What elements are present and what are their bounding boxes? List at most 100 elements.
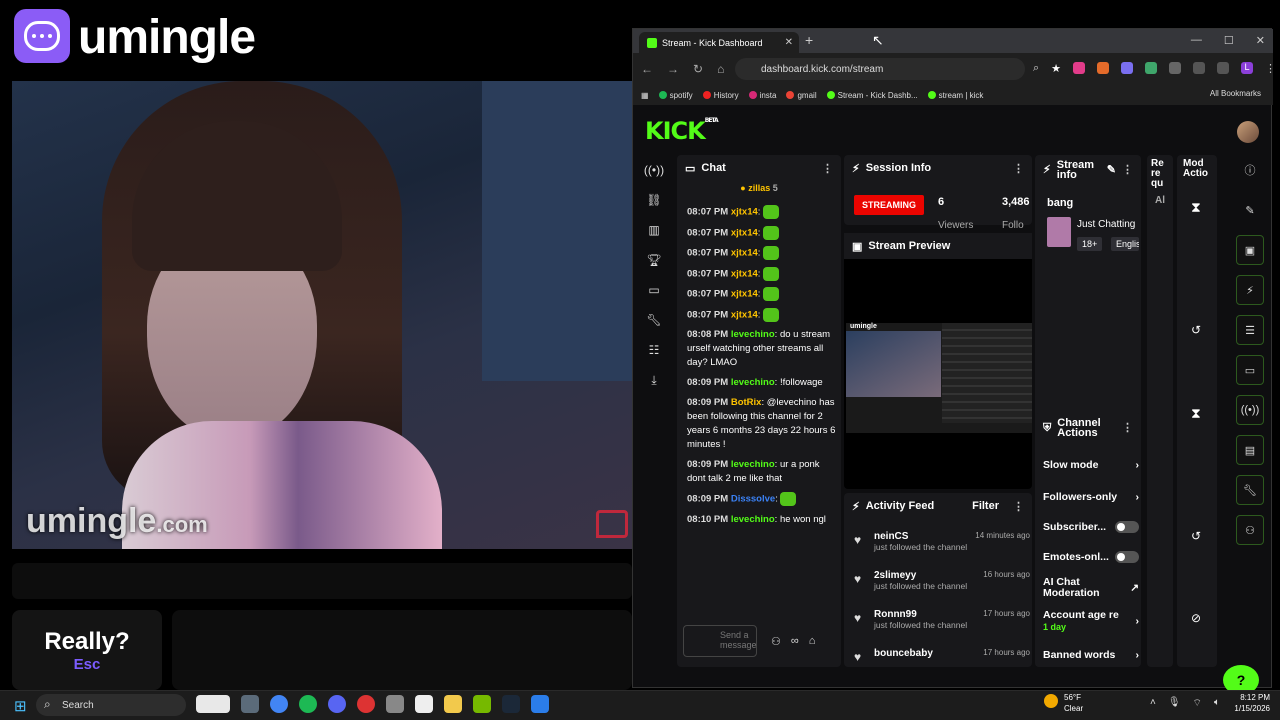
chat-menu-icon[interactable]: ⋮ [822,162,833,175]
game-app-icon[interactable] [196,695,230,713]
address-bar[interactable]: dashboard.kick.com/stream [735,58,1025,80]
taskbar-search[interactable]: Search [36,694,186,716]
avatar[interactable] [1237,121,1259,143]
close-tab-icon[interactable]: ✕ [785,37,793,48]
chat-input[interactable]: Send a message [683,625,757,657]
info-icon[interactable]: ⓘ [1236,155,1264,185]
bookmark-item[interactable]: stream | kick [927,91,983,100]
new-tab-icon[interactable]: + [805,32,813,48]
tab-kick-dashboard[interactable]: Stream - Kick Dashboard ✕ [639,32,799,53]
kick-logo[interactable]: KICKBETA [645,117,719,145]
hourglass-icon[interactable]: ⧗ [1191,405,1201,422]
forward-icon[interactable]: → [667,62,679,76]
files-app-icon[interactable] [241,695,259,713]
bookmark-star-icon[interactable]: ★ [1051,62,1061,75]
extension-icon[interactable] [1121,62,1134,74]
history-icon[interactable]: ↺ [1191,323,1201,337]
trophy-nav-icon[interactable]: 🏆︎ [643,251,665,269]
back-icon[interactable]: ← [641,62,653,76]
profile-avatar[interactable]: L [1241,62,1254,74]
filter-button[interactable]: Filter [972,500,999,512]
bookmark-item[interactable]: Stream - Kick Dashb... [826,91,918,100]
followers-only-action[interactable]: Followers-only › [1043,491,1139,503]
extension-icon[interactable] [1145,62,1158,74]
bookmark-item[interactable]: gmail [786,91,817,100]
bookmark-item[interactable]: History [702,91,739,100]
close-window-icon[interactable]: ✕ [1256,34,1265,47]
mic-icon[interactable]: 🎙︎ [1168,697,1181,710]
preview-video[interactable]: umingle [846,323,1032,433]
nvidia-icon[interactable] [473,695,491,713]
document-icon[interactable] [415,695,433,713]
weather-widget[interactable]: 56°F Clear [1044,692,1083,714]
clock[interactable]: 8:12 PM 1/15/2026 [1226,692,1270,714]
extension-icon[interactable] [1073,62,1086,74]
zoom-icon[interactable]: ⌕ [1033,62,1039,74]
home-icon[interactable]: ⌂ [717,62,724,76]
chevron-up-icon[interactable]: ˄ [1150,697,1156,710]
activity-item[interactable]: ♥ bouncebaby 17 hours ago [854,648,1030,664]
discord-icon[interactable] [328,695,346,713]
notes-icon[interactable]: ☰ [1236,315,1264,345]
history-icon[interactable]: ↺ [1191,529,1201,543]
menu-icon[interactable]: ⋮ [1265,62,1276,75]
reload-icon[interactable]: ↻ [693,62,703,76]
steam-icon[interactable] [502,695,520,713]
session-menu-icon[interactable]: ⋮ [1013,162,1024,175]
extension-icon[interactable] [1097,62,1110,74]
wrench-icon[interactable]: 🔧︎ [1236,475,1264,505]
wrench-nav-icon[interactable]: 🔧︎ [643,311,665,329]
channel-actions-menu-icon[interactable]: ⋮ [1122,423,1133,434]
report-flag-icon[interactable] [596,510,628,538]
stream-info-menu-icon[interactable]: ⋮ [1122,165,1133,176]
minimize-icon[interactable]: — [1191,34,1202,47]
subscriber-only-toggle[interactable]: Subscriber... [1043,521,1139,533]
extensions-puzzle-icon[interactable] [1169,62,1182,74]
activity-menu-icon[interactable]: ⋮ [1013,500,1024,513]
infinity-icon[interactable]: ∞ [791,635,799,648]
links-nav-icon[interactable]: ⛓ [643,191,665,209]
analytics-nav-icon[interactable]: ▥ [643,221,665,239]
sidepanel-icon[interactable] [1193,62,1206,74]
hourglass-icon[interactable]: ⧗ [1191,199,1201,216]
spotify-icon[interactable] [299,695,317,713]
camera-icon[interactable]: ▣ [1236,235,1264,265]
bookmark-item[interactable]: spotify [658,91,693,100]
save-icon[interactable] [1217,62,1230,74]
emotes-only-toggle[interactable]: Emotes-onl... [1043,551,1139,563]
broadcast-icon[interactable]: ((•)) [1236,395,1264,425]
store-icon[interactable]: ⌂ [809,635,816,648]
layout-icon[interactable]: ▤ [1236,435,1264,465]
chrome-icon[interactable] [270,695,288,713]
app-icon[interactable] [531,695,549,713]
edit-icon[interactable]: ✎ [1107,165,1116,176]
ban-icon[interactable]: ⊘ [1191,611,1201,625]
ai-moderation-action[interactable]: AI Chat Moderation ↗ [1043,577,1139,599]
edit-icon[interactable]: ✎ [1236,195,1264,225]
banned-words-action[interactable]: Banned words › [1043,649,1139,661]
tv-nav-icon[interactable]: ▭ [643,281,665,299]
slow-mode-action[interactable]: Slow mode › [1043,459,1139,471]
wifi-icon[interactable]: ⌔ [1193,697,1202,710]
bolt-icon[interactable]: ⚡︎ [1236,275,1264,305]
volume-icon[interactable]: 🔈︎ [1214,697,1220,710]
account-age-action[interactable]: Account age re 1 day › [1043,609,1139,633]
activity-item[interactable]: ♥ neinCS 14 minutes ago just followed the c… [854,531,1030,552]
community-icon[interactable]: ⚇ [1236,515,1264,545]
windows-start-icon[interactable]: ⊞ [14,697,27,715]
settings-icon[interactable] [386,695,404,713]
chat-icon[interactable]: ▭ [1236,355,1264,385]
activity-item[interactable]: ♥ Ronnn99 17 hours ago just followed the ch… [854,609,1030,630]
pinned-user[interactable]: ● zillas 5 [677,183,841,201]
skip-button[interactable]: Really? Esc [12,610,162,690]
activity-item[interactable]: ♥ 2slimeyy 16 hours ago just followed the c… [854,570,1030,591]
community-nav-icon[interactable]: ☷ [643,341,665,359]
folder-icon[interactable] [444,695,462,713]
message-area[interactable] [172,610,632,690]
emote-icon[interactable]: ⚇ [771,635,781,648]
maximize-icon[interactable]: ☐ [1224,34,1234,47]
all-bookmarks[interactable]: All Bookmarks [1210,89,1261,98]
bookmark-item[interactable]: insta [748,91,776,100]
apps-grid-icon[interactable]: ▦ [641,91,649,100]
app-icon[interactable] [357,695,375,713]
